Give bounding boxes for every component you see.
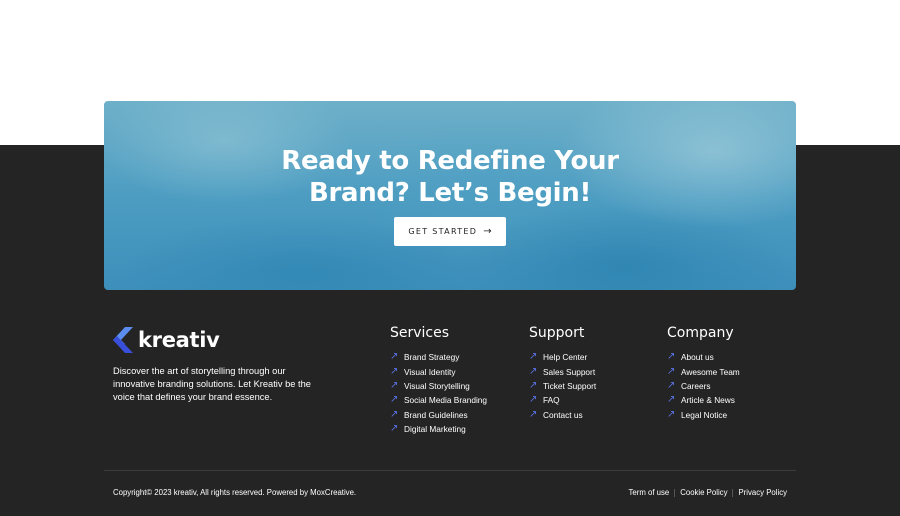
cta-title: Ready to Redefine Your Brand? Let’s Begi… <box>104 145 796 209</box>
copyright-text: Copyright© 2023 kreativ, All rights rese… <box>113 488 357 497</box>
arrow-up-right-icon: ↗ <box>667 394 676 406</box>
arrow-up-right-icon: ↗ <box>667 365 676 377</box>
support-column: Support ↗ Help Center ↗ Sales Support ↗ Tic… <box>529 324 596 422</box>
legal-separator <box>732 488 734 497</box>
arrow-up-right-icon: ↗ <box>390 408 399 420</box>
services-column: Services ↗ Brand Strategy ↗ Visual Identit… <box>390 324 487 436</box>
cta-title-line2: Brand? Let’s Begin! <box>308 178 592 208</box>
support-link[interactable]: ↗ Help Center <box>529 350 596 364</box>
company-link[interactable]: ↗ Article & News <box>667 393 740 407</box>
brand-name: kreativ <box>138 328 220 352</box>
arrow-up-right-icon: ↗ <box>390 351 399 363</box>
arrow-right-icon: → <box>483 226 492 237</box>
link-label: Digital Marketing <box>404 424 466 435</box>
support-link[interactable]: ↗ FAQ <box>529 393 596 407</box>
legal-links: Term of use Cookie Policy Privacy Policy <box>629 488 788 497</box>
support-link[interactable]: ↗ Sales Support <box>529 364 596 378</box>
arrow-up-right-icon: ↗ <box>529 408 538 420</box>
privacy-policy-link[interactable]: Privacy Policy <box>738 488 787 497</box>
arrow-up-right-icon: ↗ <box>390 365 399 377</box>
support-link[interactable]: ↗ Contact us <box>529 408 596 422</box>
link-label: Awesome Team <box>681 366 740 377</box>
company-column: Company ↗ About us ↗ Awesome Team ↗ Careers… <box>667 324 740 422</box>
link-label: Brand Strategy <box>404 352 460 363</box>
cta-banner: Ready to Redefine Your Brand? Let’s Begi… <box>104 101 796 290</box>
link-label: Visual Identity <box>404 366 456 377</box>
services-link[interactable]: ↗ Visual Identity <box>390 364 487 378</box>
services-link[interactable]: ↗ Digital Marketing <box>390 422 487 436</box>
link-label: Visual Storytelling <box>404 380 470 391</box>
link-label: Brand Guidelines <box>404 409 468 420</box>
link-label: Help Center <box>543 352 588 363</box>
company-link[interactable]: ↗ Careers <box>667 379 740 393</box>
link-label: Sales Support <box>543 366 596 377</box>
arrow-up-right-icon: ↗ <box>529 379 538 391</box>
link-label: FAQ <box>543 395 560 406</box>
get-started-label: GET STARTED <box>408 227 478 236</box>
brand-description: Discover the art of storytelling through… <box>113 366 311 402</box>
link-label: Ticket Support <box>543 380 597 391</box>
arrow-up-right-icon: ↗ <box>390 423 399 435</box>
company-title: Company <box>667 325 734 341</box>
arrow-up-right-icon: ↗ <box>529 365 538 377</box>
get-started-button[interactable]: GET STARTED → <box>394 217 506 246</box>
link-label: Social Media Branding <box>404 395 488 406</box>
services-link[interactable]: ↗ Visual Storytelling <box>390 379 487 393</box>
cta-title-line1: Ready to Redefine Your <box>281 146 619 176</box>
support-title: Support <box>529 325 585 341</box>
legal-separator <box>674 488 676 497</box>
kreativ-logo[interactable]: kreativ <box>113 326 220 354</box>
services-link[interactable]: ↗ Brand Guidelines <box>390 408 487 422</box>
link-label: Contact us <box>543 409 583 420</box>
footer-divider <box>104 470 796 471</box>
cookie-policy-link[interactable]: Cookie Policy <box>680 488 727 497</box>
arrow-up-right-icon: ↗ <box>390 379 399 391</box>
arrow-up-right-icon: ↗ <box>667 408 676 420</box>
term-of-use-link[interactable]: Term of use <box>629 488 670 497</box>
link-label: Legal Notice <box>681 409 728 420</box>
services-title: Services <box>390 325 450 341</box>
company-link[interactable]: ↗ Legal Notice <box>667 408 740 422</box>
arrow-up-right-icon: ↗ <box>529 351 538 363</box>
link-label: Careers <box>681 380 711 391</box>
arrow-up-right-icon: ↗ <box>667 379 676 391</box>
company-link[interactable]: ↗ Awesome Team <box>667 364 740 378</box>
link-label: Article & News <box>681 395 735 406</box>
link-label: About us <box>681 352 714 363</box>
support-link[interactable]: ↗ Ticket Support <box>529 379 596 393</box>
chevron-logo-icon <box>113 327 133 353</box>
arrow-up-right-icon: ↗ <box>529 394 538 406</box>
company-link[interactable]: ↗ About us <box>667 350 740 364</box>
arrow-up-right-icon: ↗ <box>667 351 676 363</box>
services-link[interactable]: ↗ Social Media Branding <box>390 393 487 407</box>
services-link[interactable]: ↗ Brand Strategy <box>390 350 487 364</box>
arrow-up-right-icon: ↗ <box>390 394 399 406</box>
